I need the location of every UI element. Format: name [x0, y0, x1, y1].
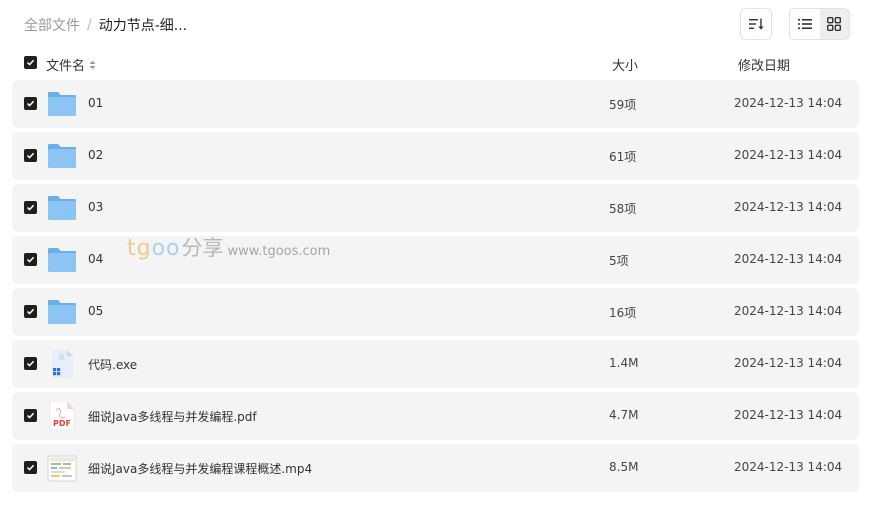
file-date: 2024-12-13 14:04 [734, 408, 843, 422]
check-icon [26, 256, 35, 263]
breadcrumb: 全部文件 / 动力节点-细... [24, 15, 187, 35]
row-checkbox[interactable] [24, 149, 37, 162]
list-header: 文件名 大小 修改日期 [0, 52, 874, 76]
check-icon [26, 412, 35, 419]
check-icon [26, 100, 35, 107]
check-icon [26, 464, 35, 471]
sort-button[interactable] [740, 8, 772, 40]
column-header-date[interactable]: 修改日期 [738, 55, 790, 74]
file-row[interactable]: 01 59项 2024-12-13 14:04 [12, 80, 859, 128]
list-view-button[interactable] [790, 9, 820, 39]
folder-icon [48, 144, 76, 168]
file-name[interactable]: 细说Java多线程与并发编程课程概述.mp4 [88, 460, 312, 477]
file-size: 58项 [609, 202, 637, 216]
video-thumbnail-icon [47, 455, 77, 482]
grid-view-button[interactable] [819, 9, 849, 39]
file-date: 2024-12-13 14:04 [734, 356, 843, 370]
file-name[interactable]: 03 [88, 200, 103, 214]
list-view-icon [797, 19, 812, 29]
row-checkbox[interactable] [24, 461, 37, 474]
file-name[interactable]: 01 [88, 96, 103, 110]
exe-file-icon [52, 350, 73, 378]
select-all-checkbox[interactable] [24, 56, 37, 69]
file-row[interactable]: 04 5项 2024-12-13 14:04 [12, 236, 859, 284]
file-size: 1.4M [609, 356, 639, 370]
file-date: 2024-12-13 14:04 [734, 252, 843, 266]
file-size: 5项 [609, 254, 629, 268]
row-checkbox[interactable] [24, 253, 37, 266]
file-size: 16项 [609, 306, 637, 320]
check-icon [26, 308, 35, 315]
file-list: 01 59项 2024-12-13 14:04 02 61项 2024-12-1… [12, 80, 859, 496]
file-size: 61项 [609, 150, 637, 164]
top-bar: 全部文件 / 动力节点-细... [0, 0, 874, 48]
grid-view-icon [827, 17, 842, 31]
check-icon [26, 59, 35, 66]
file-name[interactable]: 细说Java多线程与并发编程.pdf [88, 408, 257, 425]
file-row[interactable]: PDF 细说Java多线程与并发编程.pdf 4.7M 2024-12-13 1… [12, 392, 859, 440]
file-name[interactable]: 04 [88, 252, 103, 266]
check-icon [26, 204, 35, 211]
file-size: 59项 [609, 98, 637, 112]
file-row[interactable]: 细说Java多线程与并发编程课程概述.mp4 8.5M 2024-12-13 1… [12, 444, 859, 492]
file-date: 2024-12-13 14:04 [734, 460, 843, 474]
check-icon [26, 152, 35, 159]
file-size: 8.5M [609, 460, 639, 474]
breadcrumb-separator: / [87, 17, 92, 33]
file-date: 2024-12-13 14:04 [734, 148, 843, 162]
breadcrumb-root-link[interactable]: 全部文件 [24, 15, 80, 35]
file-size: 4.7M [609, 408, 639, 422]
file-row[interactable]: 05 16项 2024-12-13 14:04 [12, 288, 859, 336]
folder-icon [48, 300, 76, 324]
file-row[interactable]: 03 58项 2024-12-13 14:04 [12, 184, 859, 232]
column-header-size[interactable]: 大小 [612, 55, 638, 74]
column-header-name-label: 文件名 [46, 59, 86, 74]
row-checkbox[interactable] [24, 357, 37, 370]
file-name[interactable]: 02 [88, 148, 103, 162]
breadcrumb-current: 动力节点-细... [98, 18, 188, 34]
folder-icon [48, 92, 76, 116]
pdf-file-icon: PDF [49, 401, 75, 431]
row-checkbox[interactable] [24, 97, 37, 110]
file-date: 2024-12-13 14:04 [734, 200, 843, 214]
row-checkbox[interactable] [24, 409, 37, 422]
file-row[interactable]: 02 61项 2024-12-13 14:04 [12, 132, 859, 180]
sort-lines-icon [749, 18, 764, 30]
check-icon [26, 360, 35, 367]
file-date: 2024-12-13 14:04 [734, 96, 843, 110]
pdf-badge: PDF [53, 419, 71, 428]
file-row[interactable]: 代码.exe 1.4M 2024-12-13 14:04 [12, 340, 859, 388]
file-date: 2024-12-13 14:04 [734, 304, 843, 318]
folder-icon [48, 196, 76, 220]
view-toggle [789, 8, 850, 40]
file-name[interactable]: 05 [88, 304, 103, 318]
file-name[interactable]: 代码.exe [88, 356, 137, 373]
column-header-name[interactable]: 文件名 [46, 55, 96, 74]
row-checkbox[interactable] [24, 201, 37, 214]
sort-caret-icon [89, 60, 96, 70]
row-checkbox[interactable] [24, 305, 37, 318]
folder-icon [48, 248, 76, 272]
